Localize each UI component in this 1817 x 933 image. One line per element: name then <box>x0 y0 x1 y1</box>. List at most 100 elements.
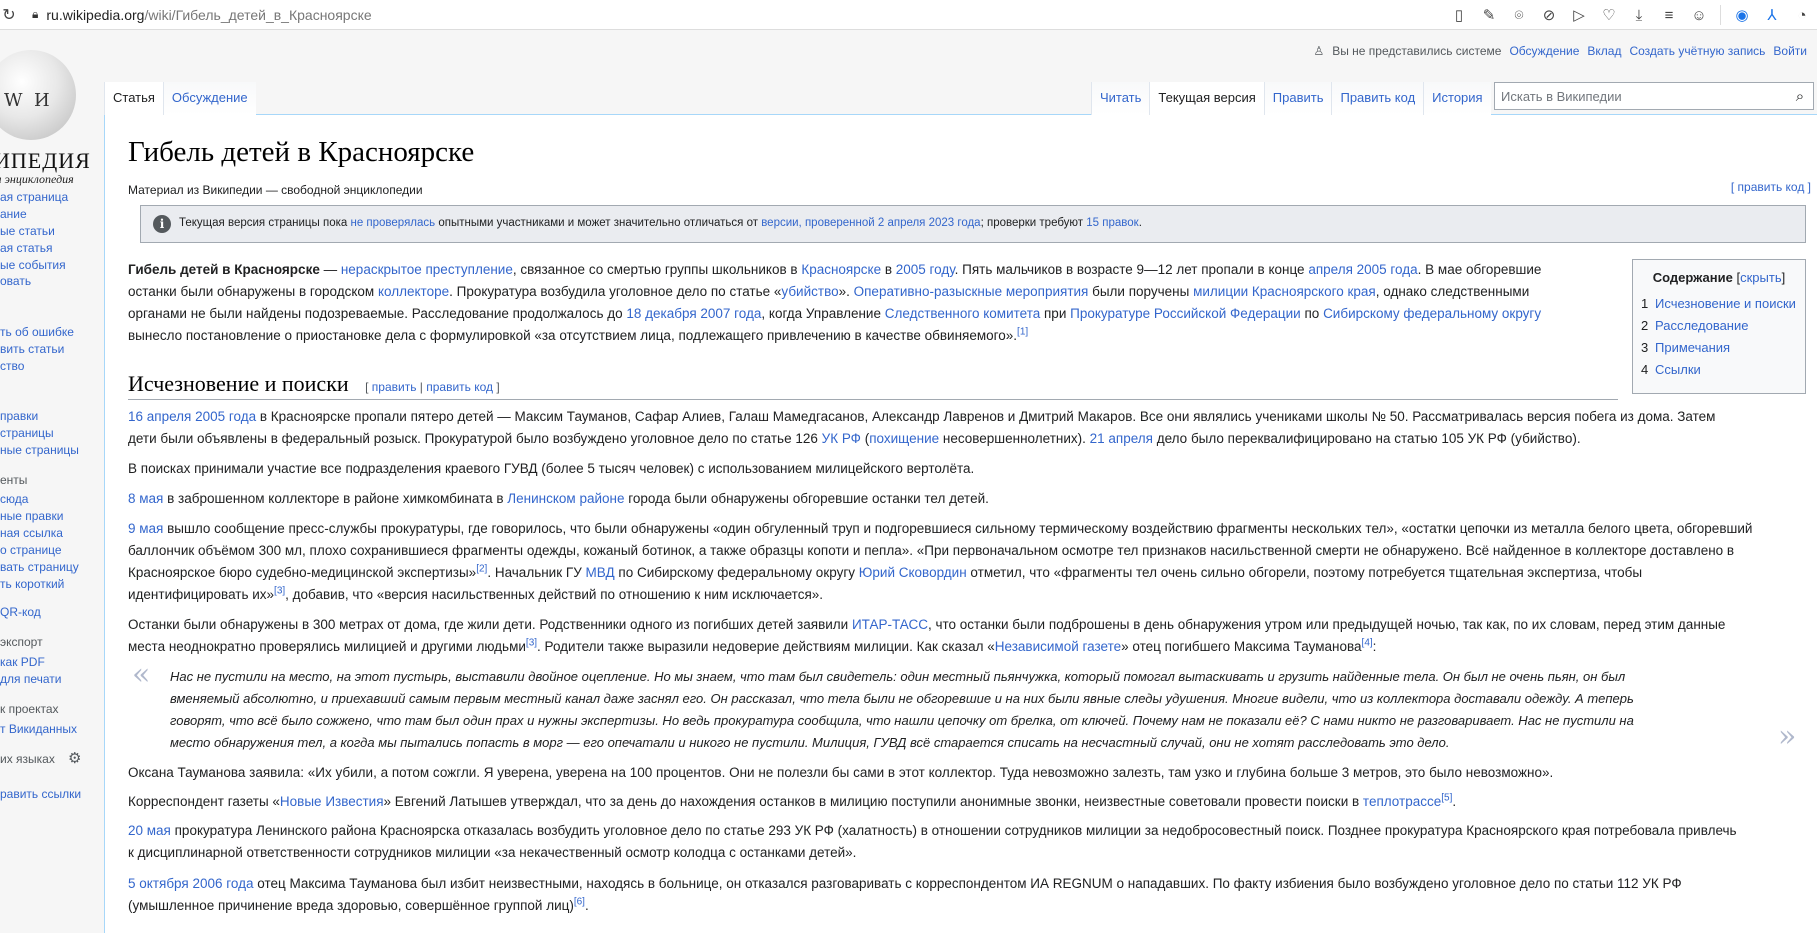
sidebar-item-community[interactable]: ство <box>0 359 24 373</box>
link[interactable]: нераскрытое преступление <box>341 262 513 277</box>
sidebar-item-recent-changes[interactable]: правки <box>0 409 38 423</box>
link[interactable]: 9 мая <box>128 521 163 536</box>
tab-current-version[interactable]: Текущая версия <box>1149 82 1264 115</box>
sidebar-item-print[interactable]: для печати <box>0 672 61 686</box>
footnote-ref[interactable]: [5] <box>1441 793 1452 804</box>
sidebar-item-qr-code[interactable]: QR-код <box>0 605 41 619</box>
link[interactable]: УК РФ <box>822 431 861 446</box>
shield-icon[interactable]: ⊘ <box>1534 6 1564 24</box>
toc-link[interactable]: Расследование <box>1655 318 1748 333</box>
notice-link-stable-version[interactable]: версии, проверенной 2 апреля 2023 года <box>761 217 980 229</box>
link[interactable]: милиции Красноярского края <box>1193 284 1376 299</box>
tab-read[interactable]: Читать <box>1091 82 1150 115</box>
create-account-link[interactable]: Создать учётную запись <box>1629 44 1765 58</box>
notice-link-unchecked[interactable]: не проверялась <box>350 217 435 229</box>
sidebar-item-permanent-link[interactable]: ная ссылка <box>0 526 63 540</box>
sidebar-item-new-pages[interactable]: страницы <box>0 426 54 440</box>
personal-talk-link[interactable]: Обсуждение <box>1509 44 1579 58</box>
link[interactable]: Юрий Сковордин <box>859 565 967 580</box>
sidebar-item-random[interactable]: ая статья <box>0 241 53 255</box>
toc-item[interactable]: 3 Примечания <box>1641 337 1797 359</box>
sidebar-item-report-error[interactable]: ть об ошибке <box>0 325 74 339</box>
sidebar-item-short-url[interactable]: ть короткий <box>0 577 64 591</box>
link[interactable]: 16 апреля 2005 года <box>128 409 256 424</box>
sidebar-item-add-articles[interactable]: вить статьи <box>0 342 64 356</box>
toc-link[interactable]: Исчезновение и поиски <box>1655 296 1796 311</box>
link[interactable]: Сибирскому федеральному округу <box>1323 306 1541 321</box>
section-edit-link[interactable]: править <box>372 380 417 394</box>
link[interactable]: Красноярске <box>801 262 881 277</box>
toc-item[interactable]: 2 Расследование <box>1641 315 1797 337</box>
menu-icon[interactable]: ≡ <box>1654 7 1684 24</box>
link[interactable]: похищение <box>869 431 939 446</box>
reload-icon[interactable]: ↻ <box>0 5 18 25</box>
sidebar-item-featured[interactable]: ые статьи <box>0 224 55 238</box>
link[interactable]: теплотрассе <box>1363 794 1441 809</box>
tab-discussion[interactable]: Обсуждение <box>162 82 256 115</box>
profile-icon[interactable]: ☺ <box>1684 7 1714 24</box>
personal-contributions-link[interactable]: Вклад <box>1587 44 1621 58</box>
link[interactable]: Независимой газете <box>995 639 1121 654</box>
link[interactable]: Оперативно-разыскные мероприятия <box>854 284 1089 299</box>
link[interactable]: 20 мая <box>128 823 171 838</box>
toc-item[interactable]: 1 Исчезновение и поиски <box>1641 293 1797 315</box>
extension-icon-3[interactable]: ◔ <box>1787 7 1817 24</box>
edit-icon[interactable]: ✎ <box>1474 6 1504 24</box>
footnote-ref[interactable]: [3] <box>274 586 285 597</box>
toc-link[interactable]: Ссылки <box>1655 362 1701 377</box>
link[interactable]: МВД <box>586 565 615 580</box>
address-bar[interactable]: ru.wikipedia.org/wiki/Гибель_детей_в_Кра… <box>46 7 371 23</box>
sidebar-item-what-links-here[interactable]: сюда <box>0 492 28 506</box>
link[interactable]: 2005 году <box>896 262 955 277</box>
screenshot-icon[interactable]: ⌾ <box>1504 7 1534 24</box>
link[interactable]: 8 мая <box>128 491 163 506</box>
link[interactable]: 18 декабря 2007 года <box>626 306 761 321</box>
footnote-ref[interactable]: [4] <box>1362 638 1373 649</box>
link[interactable]: ИТАР-ТАСС <box>852 617 928 632</box>
sidebar-item-events[interactable]: ые события <box>0 258 66 272</box>
login-link[interactable]: Войти <box>1773 44 1807 58</box>
reader-mode-icon[interactable]: ▯ <box>1444 6 1474 24</box>
footnote-ref[interactable]: [1] <box>1017 327 1028 338</box>
sidebar-item-edit-links[interactable]: равить ссылки <box>0 787 81 801</box>
toc-link[interactable]: Примечания <box>1655 340 1730 355</box>
wikipedia-logo[interactable]: W И <box>0 50 76 140</box>
link[interactable]: апреля 2005 года <box>1308 262 1417 277</box>
link[interactable]: коллекторе <box>378 284 449 299</box>
tab-edit[interactable]: Править <box>1263 82 1332 115</box>
toc-hide-link[interactable]: скрыть <box>1740 270 1782 285</box>
lock-icon[interactable]: 🔒︎ <box>32 7 38 22</box>
sidebar-item-download-pdf[interactable]: как PDF <box>0 655 45 669</box>
play-icon[interactable]: ▷ <box>1564 6 1594 24</box>
tab-edit-source[interactable]: Править код <box>1331 82 1424 115</box>
link[interactable]: убийство <box>781 284 838 299</box>
sidebar-item-special-pages[interactable]: ные страницы <box>0 443 79 457</box>
footnote-ref[interactable]: [3] <box>526 638 537 649</box>
link[interactable]: Ленинском районе <box>507 491 624 506</box>
link[interactable]: Следственного комитета <box>885 306 1041 321</box>
sidebar-item-donate[interactable]: овать <box>0 274 31 288</box>
tab-article[interactable]: Статья <box>104 82 163 115</box>
sidebar-item-main-page[interactable]: ая страница <box>0 190 68 204</box>
link[interactable]: Прокуратуре Российской Федерации <box>1070 306 1301 321</box>
footnote-ref[interactable]: [2] <box>476 564 487 575</box>
edit-source-link[interactable]: [ править код ] <box>1731 180 1811 194</box>
heart-icon[interactable]: ♡ <box>1594 6 1624 24</box>
link[interactable]: Новые Известия <box>280 794 384 809</box>
extension-icon-2[interactable]: ⅄ <box>1757 6 1787 24</box>
link[interactable]: 21 апреля <box>1090 431 1153 446</box>
notice-link-pending-edits[interactable]: 15 правок <box>1086 217 1138 229</box>
link[interactable]: 5 октября 2006 года <box>128 876 253 891</box>
sidebar-item-wikidata[interactable]: т Викиданных <box>0 722 77 736</box>
footnote-ref[interactable]: [6] <box>574 897 585 908</box>
search-input[interactable] <box>1495 87 1787 105</box>
tab-history[interactable]: История <box>1423 82 1491 115</box>
download-icon[interactable]: ⤓ <box>1624 7 1654 24</box>
toc-item[interactable]: 4 Ссылки <box>1641 359 1797 381</box>
sidebar-item-related-changes[interactable]: ные правки <box>0 509 63 523</box>
section-edit-source-link[interactable]: править код <box>426 380 493 394</box>
extension-icon[interactable]: ◉ <box>1727 6 1757 24</box>
sidebar-item-page-info[interactable]: о странице <box>0 543 62 557</box>
sidebar-item-cite-page[interactable]: вать страницу <box>0 560 79 574</box>
gear-icon[interactable]: ⚙ <box>68 749 81 767</box>
